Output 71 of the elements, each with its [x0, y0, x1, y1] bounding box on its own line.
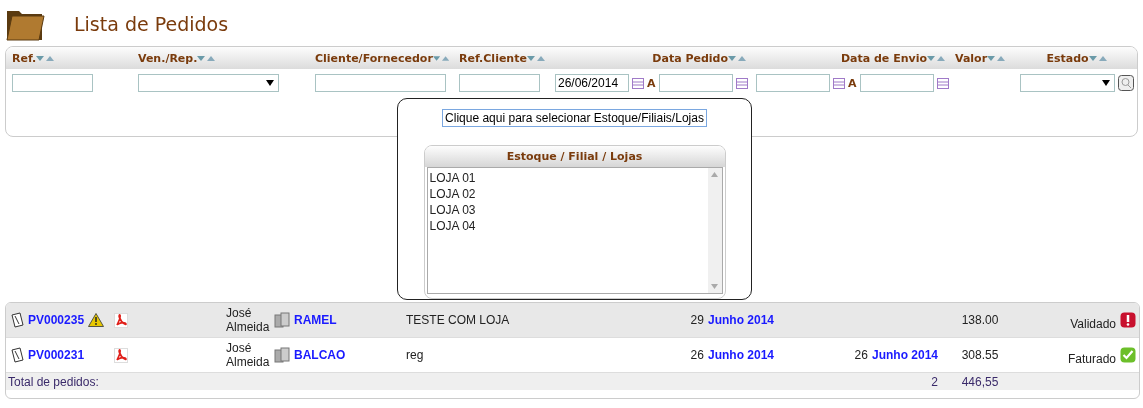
store-icon: [274, 347, 290, 363]
total-count: 2: [931, 374, 938, 389]
client-link[interactable]: RAMEL: [294, 313, 337, 327]
seller-name: José Almeida: [226, 341, 270, 369]
filter-field[interactable]: [315, 74, 446, 92]
calendar-icon[interactable]: [833, 77, 845, 89]
sort-arrows-icon[interactable]: [526, 54, 545, 62]
date-field[interactable]: 26/06/2014: [555, 74, 629, 92]
panel-title: Estoque / Filial / Lojas: [506, 150, 643, 163]
order-day: 29: [690, 313, 704, 327]
store-option[interactable]: LOJA 04: [429, 218, 706, 234]
column-header[interactable]: Data de Envio: [840, 51, 927, 65]
total-value: 446,55: [961, 374, 999, 389]
order-note: reg: [406, 348, 424, 362]
order-day: 26: [690, 348, 704, 362]
sort-arrows-icon[interactable]: [197, 54, 216, 62]
date-field[interactable]: [859, 74, 934, 92]
column-header[interactable]: Ven./Rep.: [138, 51, 198, 65]
pdf-icon[interactable]: [114, 347, 129, 363]
edit-document-icon[interactable]: [10, 312, 24, 328]
store-listbox[interactable]: LOJA 01 LOJA 02 LOJA 03 LOJA 04: [426, 167, 723, 294]
store-icon: [274, 312, 290, 328]
column-header[interactable]: Ref.: [12, 51, 37, 65]
date-link[interactable]: Junho 2014: [707, 313, 774, 327]
scroll-down-icon[interactable]: [711, 284, 718, 289]
calendar-icon[interactable]: [936, 77, 949, 89]
date-field[interactable]: [756, 74, 830, 92]
order-note: TESTE COM LOJA: [406, 313, 510, 327]
page-title: Lista de Pedidos: [74, 13, 229, 35]
order-value: 138.00: [961, 313, 999, 327]
scrollbar[interactable]: [707, 168, 722, 293]
store-option[interactable]: LOJA 01: [429, 170, 706, 186]
pdf-icon[interactable]: [114, 312, 129, 328]
order-value: 308.55: [961, 348, 999, 362]
search-icon[interactable]: [1118, 75, 1134, 91]
scroll-up-icon[interactable]: [711, 172, 718, 177]
column-header[interactable]: Valor: [955, 51, 988, 65]
date-field[interactable]: [658, 74, 733, 92]
store-option[interactable]: LOJA 02: [429, 186, 706, 202]
seller-name: José Almeida: [226, 306, 270, 334]
filter-field[interactable]: [459, 74, 540, 92]
caret-icon: [1102, 80, 1110, 86]
client-link[interactable]: BALCAO: [294, 348, 346, 362]
order-link[interactable]: PV000235: [28, 313, 85, 327]
calendar-icon[interactable]: [735, 77, 748, 89]
column-header[interactable]: Ref.Cliente: [459, 51, 527, 65]
column-header[interactable]: Estado: [1046, 51, 1089, 65]
sort-arrows-icon[interactable]: [927, 54, 945, 62]
date-link[interactable]: Junho 2014: [871, 348, 938, 362]
filter-dropdown[interactable]: [138, 74, 279, 92]
store-option[interactable]: LOJA 03: [429, 202, 706, 218]
column-header[interactable]: Data Pedido: [652, 51, 728, 65]
select-stores-button[interactable]: Clique aqui para selecionar Estoque/Filiais/Lojas: [442, 109, 707, 127]
order-status: Validado: [1070, 317, 1116, 331]
date-link[interactable]: Junho 2014: [707, 348, 774, 362]
column-header[interactable]: Cliente/Fornecedor: [315, 51, 433, 65]
order-link[interactable]: PV000231: [28, 348, 85, 362]
filter-field[interactable]: [12, 74, 93, 92]
sort-arrows-icon[interactable]: [1088, 54, 1107, 62]
sort-arrows-icon[interactable]: [728, 54, 746, 62]
caret-icon: [266, 80, 274, 86]
range-separator: A: [647, 76, 656, 90]
ship-day: 26: [854, 348, 868, 362]
sort-arrows-icon[interactable]: [432, 54, 449, 62]
order-status: Faturado: [1067, 352, 1116, 366]
range-separator: A: [848, 76, 857, 90]
sort-arrows-icon[interactable]: [36, 54, 55, 62]
sort-arrows-icon[interactable]: [987, 54, 1006, 62]
edit-document-icon[interactable]: [10, 347, 24, 363]
calendar-icon[interactable]: [632, 77, 644, 89]
total-label: Total de pedidos:: [8, 374, 99, 389]
